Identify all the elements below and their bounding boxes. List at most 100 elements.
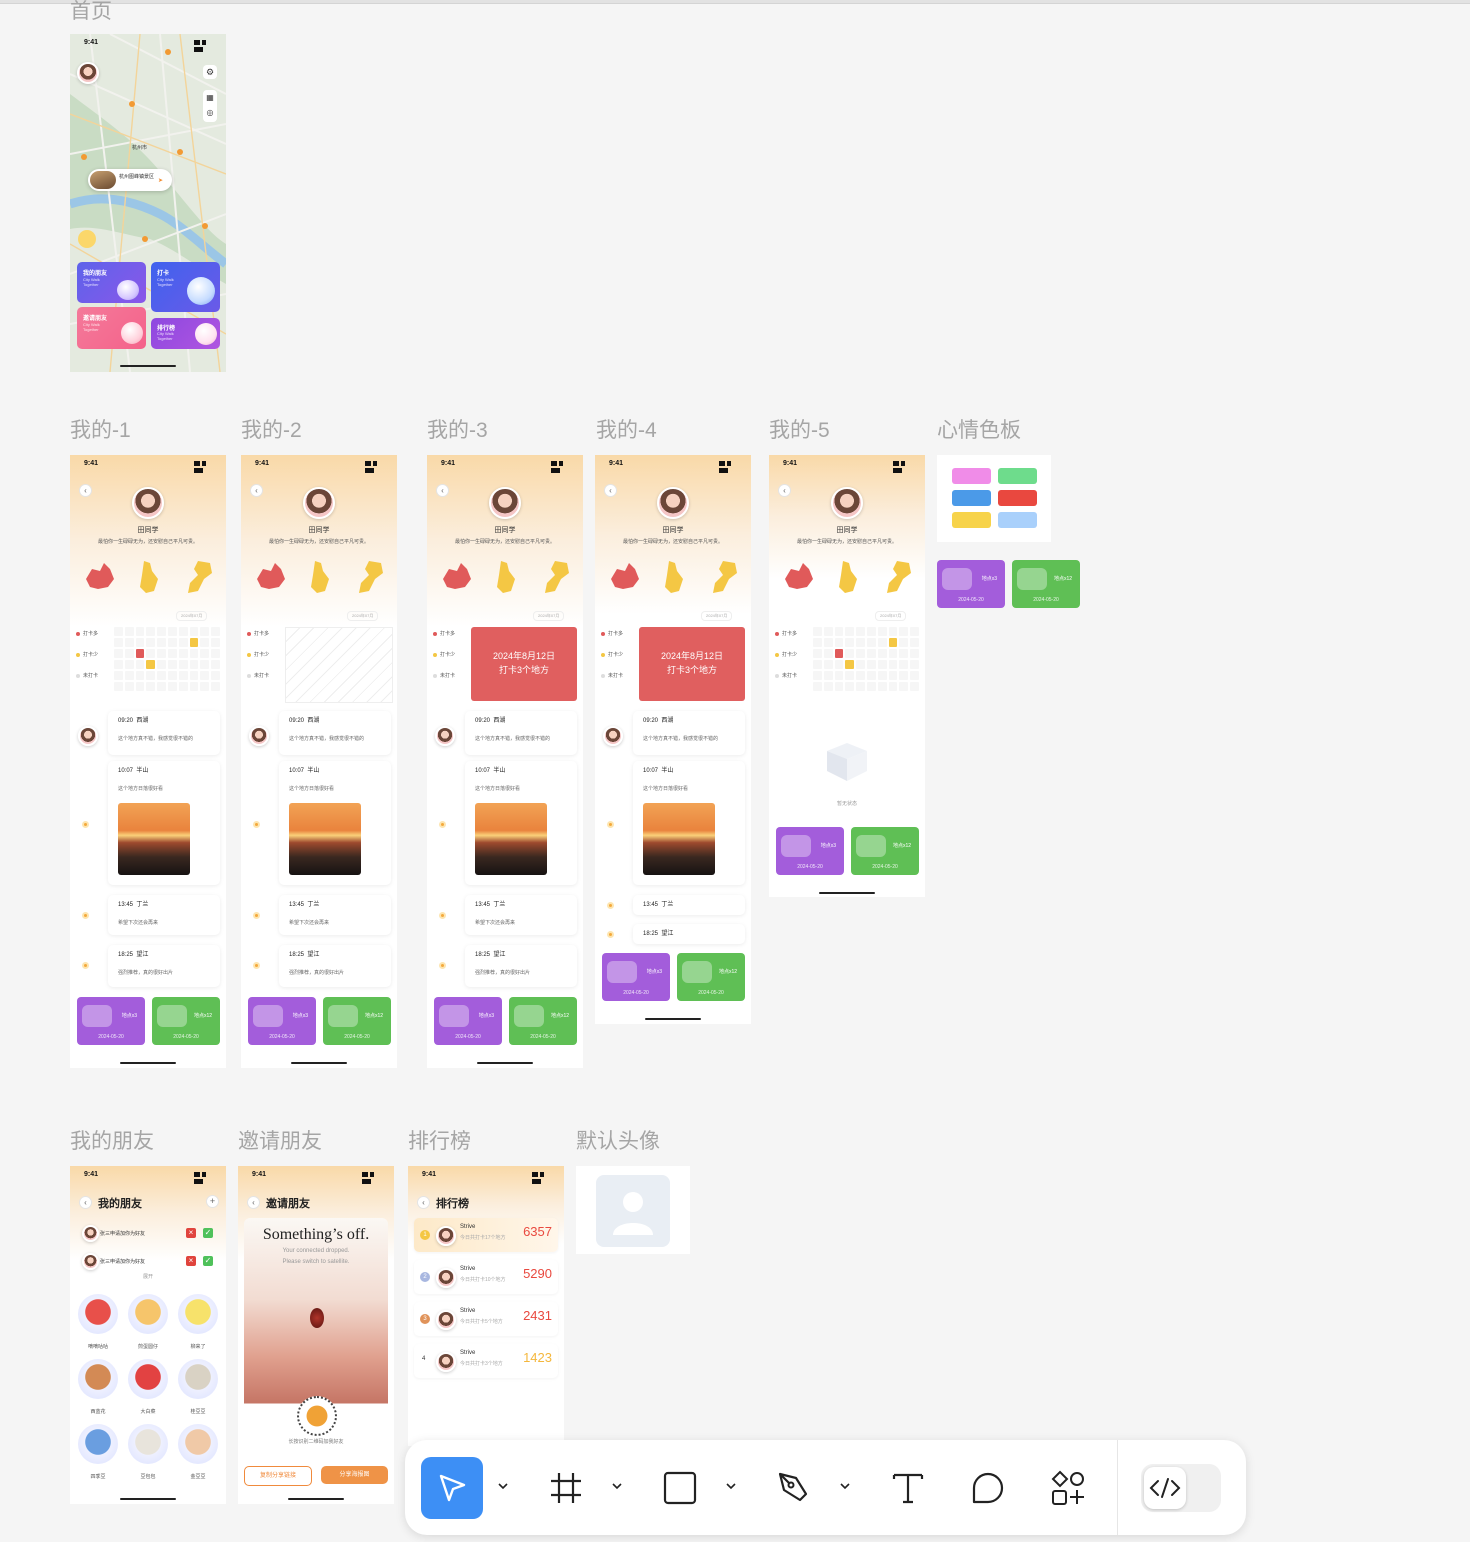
friend-avatar[interactable] xyxy=(78,1424,118,1464)
calendar-cell[interactable] xyxy=(168,638,177,647)
calendar-cell[interactable] xyxy=(189,627,199,636)
calendar-cell[interactable] xyxy=(211,660,220,669)
badge-places-12[interactable]: 地点x12 2024-05-20 xyxy=(851,827,919,875)
frame-title-mood[interactable]: 心情色板 xyxy=(937,419,1021,443)
calendar-cell[interactable] xyxy=(157,671,166,680)
friend-avatar[interactable] xyxy=(128,1424,168,1464)
calendar-cell[interactable] xyxy=(135,627,145,636)
calendar-cell[interactable] xyxy=(189,682,199,691)
rank-row[interactable]: 1 Strive 今日共打卡17个地方 6357 xyxy=(414,1218,558,1252)
expand-link[interactable]: 展开 xyxy=(70,1273,226,1280)
mood-swatch[interactable] xyxy=(952,512,991,528)
map-controls[interactable]: ▦ ◎ xyxy=(203,90,217,122)
calendar-cell[interactable] xyxy=(834,638,844,647)
sunset-photo[interactable] xyxy=(643,803,715,875)
calendar-cell[interactable] xyxy=(146,671,156,680)
frame-title-me3[interactable]: 我的-3 xyxy=(427,419,488,443)
frame-title-rank[interactable]: 排行榜 xyxy=(408,1130,471,1154)
calendar-cell[interactable] xyxy=(910,638,919,647)
sunset-photo[interactable] xyxy=(289,803,361,875)
timeline-card[interactable]: 18:25 望江 强烈推荐，真的很好出片 xyxy=(279,945,391,987)
rank-frame[interactable]: 9:41 ‹ 排行榜 1 Strive 今日共打卡17个地方 6357 2 Strive 今… xyxy=(408,1166,564,1446)
checkin-calendar[interactable] xyxy=(114,627,220,691)
calendar-cell[interactable] xyxy=(168,627,177,636)
profile-avatar[interactable] xyxy=(489,487,521,519)
timeline-card[interactable]: 10:07 半山 这个地方日落很好看 xyxy=(108,761,220,885)
calendar-cell[interactable] xyxy=(135,638,145,647)
frame-tool[interactable] xyxy=(535,1457,597,1519)
profile-avatar[interactable] xyxy=(831,487,863,519)
navigate-icon[interactable]: ➤ xyxy=(158,177,163,184)
frame-title-invite[interactable]: 邀请朋友 xyxy=(238,1130,322,1154)
checkin-calendar[interactable] xyxy=(813,627,919,691)
province-icon[interactable] xyxy=(653,557,691,597)
frame-title-home[interactable]: 首页 xyxy=(70,0,112,24)
settings-icon[interactable]: ⚙ xyxy=(203,65,217,79)
calendar-cell[interactable] xyxy=(157,660,166,669)
profile-frame[interactable]: 9:41 ‹ 田同学 最怕你一生碌碌无为，还安慰自己平凡可贵。 2024年07月 打卡多打… xyxy=(427,455,583,1068)
qr-code-icon[interactable] xyxy=(297,1396,337,1436)
calendar-cell[interactable] xyxy=(877,627,887,636)
calendar-cell[interactable] xyxy=(888,627,898,636)
accept-icon[interactable]: ✓ xyxy=(203,1256,213,1266)
accept-icon[interactable]: ✓ xyxy=(203,1228,213,1238)
calendar-cell[interactable] xyxy=(146,638,156,647)
timeline-card[interactable]: 09:20 西湖 这个地方真不错，我感觉很不错的 xyxy=(465,711,577,755)
move-tool[interactable] xyxy=(421,1457,483,1519)
calendar-cell[interactable] xyxy=(888,671,898,680)
back-icon[interactable]: ‹ xyxy=(79,484,92,497)
calendar-cell[interactable] xyxy=(168,649,177,658)
calendar-cell[interactable] xyxy=(899,682,909,691)
calendar-cell[interactable] xyxy=(845,660,855,669)
invite-poster[interactable]: Something’s off. Your connected dropped.… xyxy=(244,1218,388,1450)
back-icon[interactable]: ‹ xyxy=(247,1196,260,1209)
timeline-card[interactable]: 18:25 望江 强烈推荐，真的很好出片 xyxy=(108,945,220,987)
timeline-card[interactable]: 10:07 半山 这个地方日落很好看 xyxy=(465,761,577,885)
profile-frame[interactable]: 9:41 ‹ 田同学 最怕你一生碌碌无为，还安慰自己平凡可贵。 2024年07月 打卡多打… xyxy=(241,455,397,1068)
calendar-cell[interactable] xyxy=(867,660,876,669)
calendar-cell[interactable] xyxy=(813,660,822,669)
friend-avatar[interactable] xyxy=(128,1359,168,1399)
calendar-cell[interactable] xyxy=(845,638,855,647)
calendar-cell[interactable] xyxy=(211,682,220,691)
mood-swatch[interactable] xyxy=(952,490,991,506)
copy-link-button[interactable]: 复制分享链接 xyxy=(244,1466,312,1486)
calendar-cell[interactable] xyxy=(834,682,844,691)
calendar-cell[interactable] xyxy=(211,638,220,647)
province-icon[interactable] xyxy=(80,557,118,597)
province-icon[interactable] xyxy=(128,557,166,597)
user-avatar[interactable] xyxy=(77,62,99,84)
back-icon[interactable]: ‹ xyxy=(604,484,617,497)
province-icon[interactable] xyxy=(178,557,216,597)
frame-title-me2[interactable]: 我的-2 xyxy=(241,419,302,443)
reject-icon[interactable]: × xyxy=(186,1256,196,1266)
calendar-cell[interactable] xyxy=(910,649,919,658)
calendar-cell[interactable] xyxy=(834,627,844,636)
friend-avatar[interactable] xyxy=(178,1359,218,1399)
calendar-cell[interactable] xyxy=(211,671,220,680)
calendar-cell[interactable] xyxy=(114,649,123,658)
mood-swatch[interactable] xyxy=(998,512,1037,528)
rank-row[interactable]: 2 Strive 今日共打卡10个地方 5290 xyxy=(414,1260,558,1294)
province-icon[interactable] xyxy=(251,557,289,597)
frame-title-me4[interactable]: 我的-4 xyxy=(596,419,657,443)
calendar-cell[interactable] xyxy=(888,638,898,647)
badge-places-3[interactable]: 地点x3 2024-05-20 xyxy=(434,997,502,1045)
mood-palette-frame[interactable] xyxy=(937,455,1051,542)
timeline-card[interactable]: 10:07 半山 这个地方日落很好看 xyxy=(279,761,391,885)
text-tool[interactable] xyxy=(877,1457,939,1519)
calendar-cell[interactable] xyxy=(910,682,919,691)
calendar-cell[interactable] xyxy=(910,627,919,636)
calendar-cell[interactable] xyxy=(899,660,909,669)
calendar-cell[interactable] xyxy=(899,671,909,680)
calendar-cell[interactable] xyxy=(114,638,123,647)
province-icon[interactable] xyxy=(485,557,523,597)
profile-frame[interactable]: 9:41 ‹ 田同学 最怕你一生碌碌无为，还安慰自己平凡可贵。 2024年07月 打卡多打… xyxy=(70,455,226,1068)
month-selector[interactable]: 2024年07月 xyxy=(701,611,733,621)
comment-tool[interactable] xyxy=(957,1457,1019,1519)
calendar-cell[interactable] xyxy=(200,660,210,669)
badge-places-12[interactable]: 地点x12 2024-05-20 xyxy=(152,997,220,1045)
calendar-cell[interactable] xyxy=(178,671,188,680)
layers-icon[interactable]: ▦ xyxy=(206,93,214,102)
calendar-cell[interactable] xyxy=(813,671,822,680)
